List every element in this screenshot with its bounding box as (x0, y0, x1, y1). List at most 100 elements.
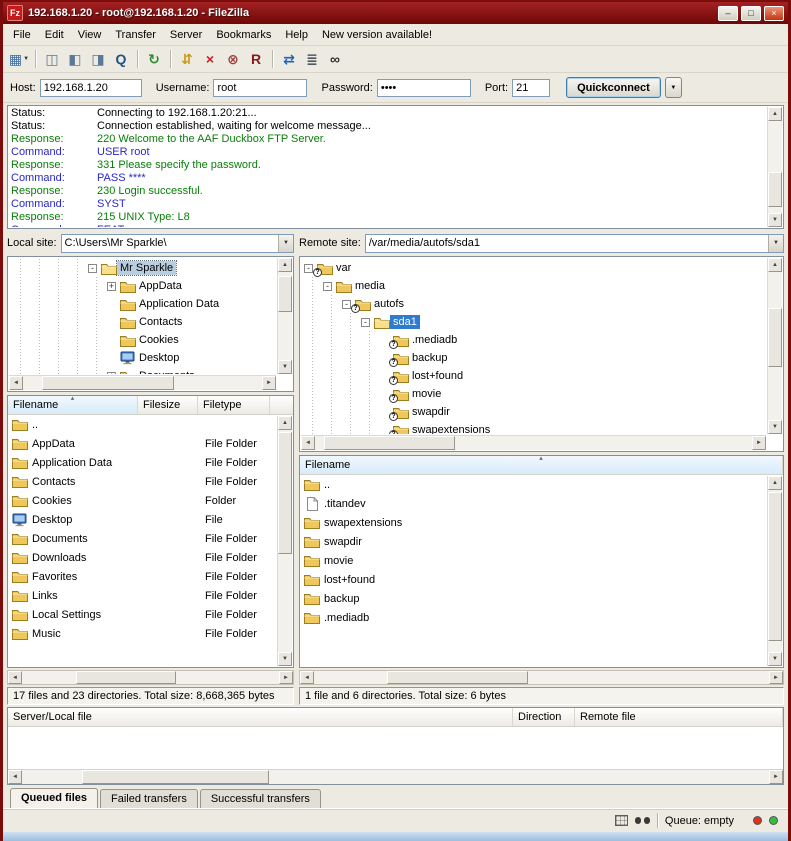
scroll-thumb[interactable] (768, 308, 782, 367)
file-row-swapdir[interactable]: swapdir (300, 532, 767, 551)
tree-item-var[interactable]: -?var (303, 259, 766, 277)
column-header-filename[interactable]: Filename▴ (300, 456, 783, 474)
scroll-track[interactable] (278, 272, 292, 360)
tree-item-cookies[interactable]: Cookies (11, 331, 276, 349)
disconnect-icon[interactable]: ⊗ (222, 48, 244, 70)
scroll-track[interactable] (315, 436, 752, 450)
tree-item-mediadb[interactable]: ?.mediadb (303, 331, 766, 349)
column-header-direction[interactable]: Direction (513, 708, 575, 726)
scroll-thumb[interactable] (768, 172, 782, 207)
local-site-dropdown-button[interactable]: ▼ (278, 235, 293, 252)
toggle-local-tree-icon[interactable]: ◧ (64, 48, 86, 70)
file-row-local-settings[interactable]: Local SettingsFile Folder (8, 605, 277, 624)
remote-tree-horizontal-scrollbar[interactable]: ◄► (301, 435, 766, 450)
scroll-right-button[interactable]: ► (769, 671, 783, 684)
local-list-scrollbar[interactable]: ▲▼ (277, 416, 292, 666)
tree-item-application-data[interactable]: Application Data (11, 295, 276, 313)
file-row-application-data[interactable]: Application DataFile Folder (8, 453, 277, 472)
tree-item-media[interactable]: -media (303, 277, 766, 295)
scroll-thumb[interactable] (278, 276, 292, 313)
scroll-up-button[interactable]: ▲ (768, 258, 782, 272)
collapse-icon[interactable]: - (342, 300, 351, 309)
file-row-downloads[interactable]: DownloadsFile Folder (8, 548, 277, 567)
menu-item-transfer[interactable]: Transfer (108, 26, 163, 44)
local-site-input[interactable] (62, 235, 278, 252)
scroll-right-button[interactable]: ► (279, 671, 293, 684)
username-input[interactable] (213, 79, 307, 97)
tab-queued-files[interactable]: Queued files (10, 788, 98, 808)
expand-icon[interactable]: + (107, 372, 116, 375)
tree-item-swapextensions[interactable]: ?swapextensions (303, 421, 766, 434)
minimize-button[interactable]: – (718, 6, 738, 21)
tree-item-swapdir[interactable]: ?swapdir (303, 403, 766, 421)
scroll-down-button[interactable]: ▼ (768, 420, 782, 434)
column-header-server-local-file[interactable]: Server/Local file (8, 708, 513, 726)
tree-item-backup[interactable]: ?backup (303, 349, 766, 367)
tree-item-lost-found[interactable]: ?lost+found (303, 367, 766, 385)
file-row-backup[interactable]: backup (300, 589, 767, 608)
directory-comparison-icon[interactable]: ≣ (301, 48, 323, 70)
file-row-cookies[interactable]: CookiesFolder (8, 491, 277, 510)
process-queue-icon[interactable]: ⇵ (176, 48, 198, 70)
remote-list-scrollbar[interactable]: ▲▼ (767, 476, 782, 666)
file-row-item[interactable]: .. (8, 415, 277, 434)
menu-item-server[interactable]: Server (163, 26, 209, 44)
menu-item-bookmarks[interactable]: Bookmarks (209, 26, 278, 44)
toggle-queue-icon[interactable]: Q (110, 48, 132, 70)
scroll-down-button[interactable]: ▼ (278, 360, 292, 374)
scroll-thumb[interactable] (768, 492, 782, 641)
expand-icon[interactable]: + (107, 282, 116, 291)
scroll-track[interactable] (768, 272, 782, 420)
file-row-links[interactable]: LinksFile Folder (8, 586, 277, 605)
scroll-up-button[interactable]: ▲ (768, 107, 782, 121)
scroll-track[interactable] (768, 490, 782, 652)
file-row-documents[interactable]: DocumentsFile Folder (8, 529, 277, 548)
scroll-up-button[interactable]: ▲ (278, 258, 292, 272)
collapse-icon[interactable]: - (88, 264, 97, 273)
remote-list-horizontal-scrollbar[interactable]: ◄► (299, 670, 784, 685)
file-row-music[interactable]: MusicFile Folder (8, 624, 277, 643)
local-tree-scrollbar[interactable]: ▲▼ (277, 258, 292, 374)
scroll-thumb[interactable] (82, 770, 269, 784)
scroll-track[interactable] (23, 376, 262, 390)
port-input[interactable] (512, 79, 550, 97)
remote-site-input[interactable] (366, 235, 768, 252)
file-row-item[interactable]: .. (300, 475, 767, 494)
collapse-icon[interactable]: - (323, 282, 332, 291)
scroll-track[interactable] (22, 671, 279, 684)
scroll-down-button[interactable]: ▼ (768, 213, 782, 227)
menu-item-file[interactable]: File (6, 26, 38, 44)
menu-item-view[interactable]: View (71, 26, 109, 44)
toggle-remote-tree-icon[interactable]: ◨ (87, 48, 109, 70)
tree-item-appdata[interactable]: +AppData (11, 277, 276, 295)
column-header-filetype[interactable]: Filetype (198, 396, 270, 414)
remote-site-dropdown-button[interactable]: ▼ (768, 235, 783, 252)
toggle-message-log-icon[interactable]: ◫ (41, 48, 63, 70)
scroll-left-button[interactable]: ◄ (301, 436, 315, 450)
column-header-remote-file[interactable]: Remote file (575, 708, 783, 726)
tree-item-mr-sparkle[interactable]: -Mr Sparkle (11, 259, 276, 277)
local-list-horizontal-scrollbar[interactable]: ◄► (7, 670, 294, 685)
refresh-icon[interactable]: ↻ (143, 48, 165, 70)
title-bar[interactable]: Fz 192.168.1.20 - root@192.168.1.20 - Fi… (3, 2, 788, 24)
quickconnect-dropdown-button[interactable]: ▼ (665, 77, 682, 98)
password-input[interactable] (377, 79, 471, 97)
host-input[interactable] (40, 79, 142, 97)
file-row-favorites[interactable]: FavoritesFile Folder (8, 567, 277, 586)
scroll-thumb[interactable] (76, 671, 176, 684)
find-files-icon[interactable]: ∞ (324, 48, 346, 70)
file-row-titandev[interactable]: .titandev (300, 494, 767, 513)
file-row-movie[interactable]: movie (300, 551, 767, 570)
menu-item-new-version-available[interactable]: New version available! (315, 26, 439, 44)
menu-item-help[interactable]: Help (278, 26, 315, 44)
scroll-thumb[interactable] (324, 436, 455, 450)
scroll-track[interactable] (22, 770, 769, 784)
log-scrollbar[interactable]: ▲▼ (767, 107, 782, 227)
close-button[interactable]: × (764, 6, 784, 21)
scroll-left-button[interactable]: ◄ (8, 671, 22, 684)
quickconnect-button[interactable]: Quickconnect (566, 77, 661, 98)
menu-item-edit[interactable]: Edit (38, 26, 71, 44)
site-manager-icon[interactable]: ▦▼ (8, 48, 30, 70)
scroll-right-button[interactable]: ► (769, 770, 783, 784)
tree-item-documents[interactable]: +Documents (11, 367, 276, 374)
